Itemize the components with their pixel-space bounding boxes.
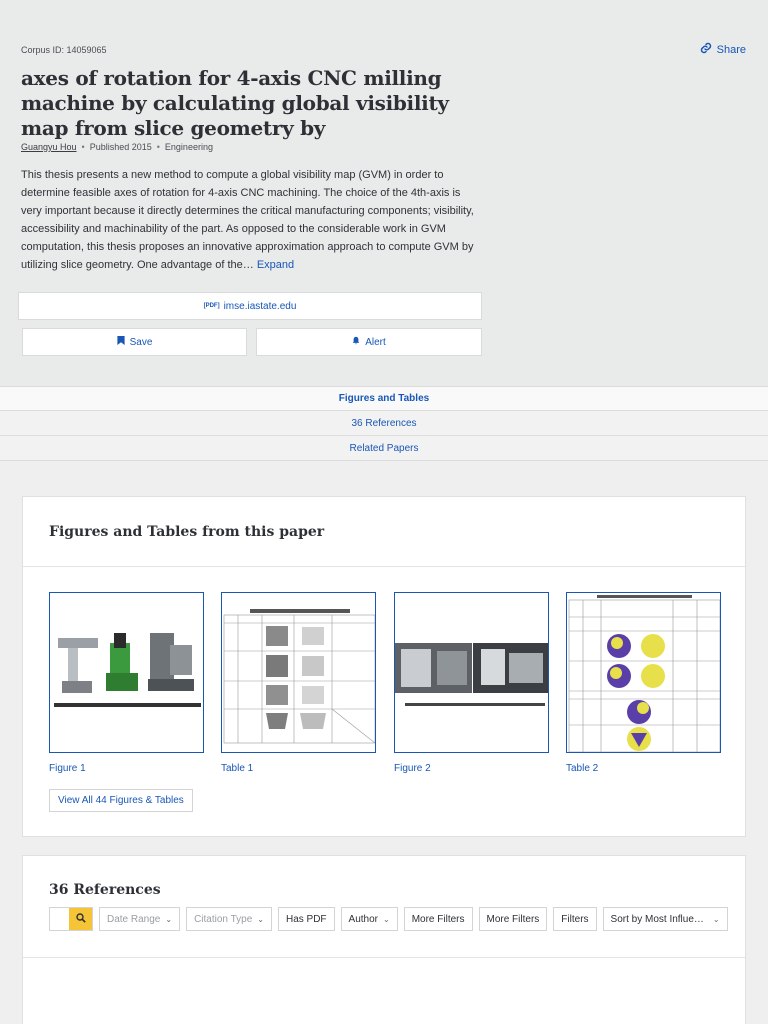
tab-references[interactable]: 36 References (0, 411, 768, 436)
divider (23, 957, 745, 958)
view-all-figures-button[interactable]: View All 44 Figures & Tables (49, 789, 193, 812)
more-filters-button[interactable]: More Filters (478, 907, 548, 931)
save-button[interactable]: Save (22, 328, 247, 356)
pdf-source: imse.iastate.edu (223, 300, 297, 312)
share-button[interactable]: Share (700, 42, 746, 57)
alert-label: Alert (365, 336, 386, 348)
abstract-text: This thesis presents a new method to com… (21, 169, 474, 271)
date-range-label: Date Range (107, 913, 161, 925)
has-pdf-filter[interactable]: Has PDF (277, 907, 335, 931)
abstract: This thesis presents a new method to com… (21, 166, 481, 274)
reference-search-input[interactable] (49, 907, 93, 931)
author-link[interactable]: Guangyu Hou (21, 142, 77, 152)
tab-figures-and-tables[interactable]: Figures and Tables (0, 386, 768, 411)
published-date: Published 2015 (89, 142, 152, 152)
references-card: 36 References Date Range ⌄ Citation Type… (22, 855, 746, 1024)
meta-separator: • (156, 142, 160, 152)
figure-label[interactable]: Figure 1 (49, 763, 86, 774)
dimension-table-thumbnail (223, 609, 375, 744)
figure-label[interactable]: Table 1 (221, 763, 253, 774)
save-label: Save (129, 336, 153, 348)
pdf-tag: [PDF] (203, 303, 220, 309)
chevron-down-icon: ⌄ (712, 914, 720, 924)
figures-section-title: Figures and Tables from this paper (49, 524, 325, 540)
expand-link[interactable]: Expand (257, 259, 294, 271)
date-range-filter[interactable]: Date Range ⌄ (99, 907, 181, 931)
figures-card: Figures and Tables from this paper Figur… (22, 496, 746, 837)
chevron-down-icon: ⌄ (165, 914, 173, 924)
meta-separator: • (81, 142, 85, 152)
figure-thumbnail[interactable] (49, 592, 204, 753)
corpus-id: Corpus ID: 14059065 (21, 45, 107, 55)
references-section-title: 36 References (49, 882, 161, 898)
bell-icon (352, 336, 360, 348)
filters-button[interactable]: Filters (553, 907, 597, 931)
section-tabs: Figures and Tables 36 References Related… (0, 386, 768, 461)
pdf-link-button[interactable]: [PDF] imse.iastate.edu (18, 292, 482, 320)
citation-type-label: Citation Type (194, 913, 253, 925)
visibility-table-thumbnail (568, 595, 720, 752)
paper-meta: Guangyu Hou • Published 2015 • Engineeri… (21, 142, 213, 152)
figure-label[interactable]: Figure 2 (394, 763, 431, 774)
search-button[interactable] (69, 908, 92, 930)
link-icon (700, 42, 712, 57)
field-of-study: Engineering (164, 142, 213, 152)
sort-label: Sort by Most Influe… (610, 913, 704, 925)
sort-select[interactable]: Sort by Most Influe… ⌄ (602, 907, 728, 931)
citation-type-filter[interactable]: Citation Type ⌄ (186, 907, 272, 931)
author-filter[interactable]: Author ⌄ (340, 907, 398, 931)
figure-thumbnail[interactable] (394, 592, 549, 753)
paper-title: axes of rotation for 4-axis CNC milling … (21, 66, 449, 140)
reference-filters: Date Range ⌄ Citation Type ⌄ Has PDF Aut… (49, 907, 728, 931)
alert-button[interactable]: Alert (256, 328, 482, 356)
share-label: Share (716, 43, 746, 56)
figure-label[interactable]: Table 2 (566, 763, 598, 774)
divider (23, 566, 745, 567)
bookmark-icon (116, 336, 125, 348)
author-filter-label: Author (348, 913, 378, 925)
machine-photos-thumbnail (395, 643, 548, 706)
figure-thumbnail[interactable] (221, 592, 376, 753)
chevron-down-icon: ⌄ (383, 914, 390, 924)
chevron-down-icon: ⌄ (257, 914, 264, 924)
milling-machines-thumbnail (54, 633, 201, 707)
tab-related-papers[interactable]: Related Papers (0, 436, 768, 461)
more-filters-button[interactable]: More Filters (403, 907, 473, 931)
figure-thumbnail[interactable] (566, 592, 721, 753)
search-icon (75, 910, 86, 928)
